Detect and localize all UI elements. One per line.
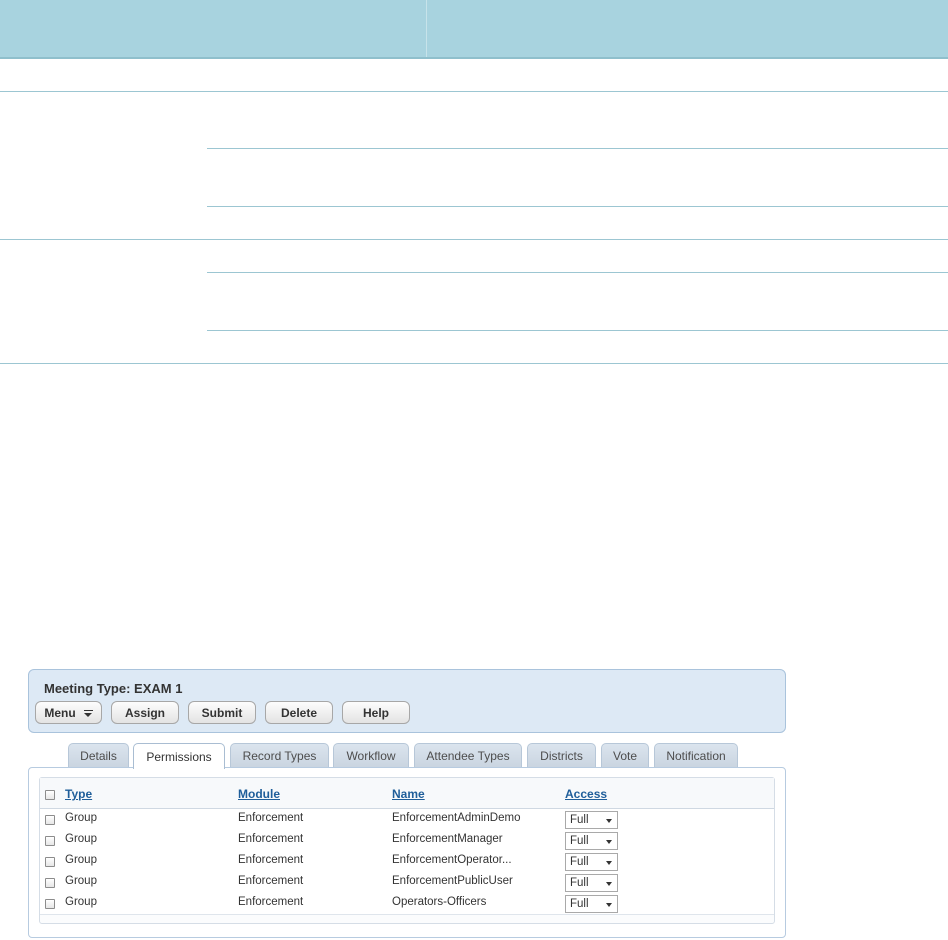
row-type: Group <box>65 833 97 845</box>
delete-button[interactable]: Delete <box>265 701 333 724</box>
documentation-table <box>0 0 948 366</box>
access-select-value: Full <box>570 835 589 847</box>
grid-header-row: Type Module Name Access <box>40 778 774 809</box>
assign-button[interactable]: Assign <box>111 701 179 724</box>
page-title: Meeting Type: EXAM 1 <box>44 681 183 696</box>
chevron-down-icon <box>606 882 612 886</box>
chevron-down-icon <box>606 840 612 844</box>
meeting-type-panel: Meeting Type: EXAM 1 Menu Assign Submit … <box>28 669 786 733</box>
table-row: Group Enforcement Operators-Officers Ful… <box>40 893 774 915</box>
column-header-module[interactable]: Module <box>238 787 280 801</box>
chevron-down-icon <box>606 903 612 907</box>
column-header-name[interactable]: Name <box>392 787 425 801</box>
row-name: EnforcementOperator... <box>392 854 512 866</box>
table-row-divider <box>207 206 948 207</box>
row-checkbox[interactable] <box>45 836 55 846</box>
row-type: Group <box>65 875 97 887</box>
tab-vote[interactable]: Vote <box>601 743 649 768</box>
row-module: Enforcement <box>238 854 304 866</box>
access-select-value: Full <box>570 877 589 889</box>
tab-attendee-types[interactable]: Attendee Types <box>414 743 522 768</box>
row-module: Enforcement <box>238 896 304 908</box>
row-name: EnforcementManager <box>392 833 503 845</box>
row-module: Enforcement <box>238 812 304 824</box>
row-checkbox[interactable] <box>45 878 55 888</box>
row-module: Enforcement <box>238 833 304 845</box>
row-checkbox[interactable] <box>45 899 55 909</box>
column-header-type[interactable]: Type <box>65 787 92 801</box>
documentation-table-header <box>0 0 948 59</box>
row-module: Enforcement <box>238 875 304 887</box>
tab-details[interactable]: Details <box>68 743 129 768</box>
tab-districts[interactable]: Districts <box>527 743 596 768</box>
row-type: Group <box>65 854 97 866</box>
permissions-content: Type Module Name Access Group Enforcemen… <box>28 767 786 938</box>
row-checkbox[interactable] <box>45 815 55 825</box>
menu-lines-icon <box>83 708 93 718</box>
table-row: Group Enforcement EnforcementPublicUser … <box>40 872 774 894</box>
chevron-down-icon <box>606 861 612 865</box>
menu-button[interactable]: Menu <box>35 701 102 724</box>
chevron-down-icon <box>606 819 612 823</box>
table-row-divider <box>207 330 948 331</box>
access-select[interactable]: Full <box>565 811 618 829</box>
row-type: Group <box>65 812 97 824</box>
table-row: Group Enforcement EnforcementManager Ful… <box>40 830 774 852</box>
row-name: EnforcementAdminDemo <box>392 812 521 824</box>
access-select[interactable]: Full <box>565 874 618 892</box>
header-column-divider <box>426 0 427 57</box>
select-all-checkbox[interactable] <box>45 790 55 800</box>
row-name: Operators-Officers <box>392 896 487 908</box>
table-row-divider <box>0 91 948 92</box>
row-name: EnforcementPublicUser <box>392 875 513 887</box>
access-select[interactable]: Full <box>565 853 618 871</box>
submit-button[interactable]: Submit <box>188 701 256 724</box>
tab-permissions[interactable]: Permissions <box>133 743 225 769</box>
access-select-value: Full <box>570 898 589 910</box>
permissions-grid: Type Module Name Access Group Enforcemen… <box>39 777 775 924</box>
access-select[interactable]: Full <box>565 832 618 850</box>
table-row-divider <box>207 272 948 273</box>
table-row: Group Enforcement EnforcementAdminDemo F… <box>40 809 774 831</box>
column-header-access[interactable]: Access <box>565 787 607 801</box>
table-row-divider <box>0 363 948 364</box>
tab-record-types[interactable]: Record Types <box>230 743 329 768</box>
menu-button-label: Menu <box>44 705 76 720</box>
tab-workflow[interactable]: Workflow <box>333 743 409 768</box>
help-button[interactable]: Help <box>342 701 410 724</box>
tab-notification[interactable]: Notification <box>654 743 738 768</box>
row-type: Group <box>65 896 97 908</box>
table-row: Group Enforcement EnforcementOperator...… <box>40 851 774 873</box>
table-row-divider <box>0 239 948 240</box>
access-select-value: Full <box>570 856 589 868</box>
table-row-divider <box>207 148 948 149</box>
access-select[interactable]: Full <box>565 895 618 913</box>
row-checkbox[interactable] <box>45 857 55 867</box>
access-select-value: Full <box>570 814 589 826</box>
